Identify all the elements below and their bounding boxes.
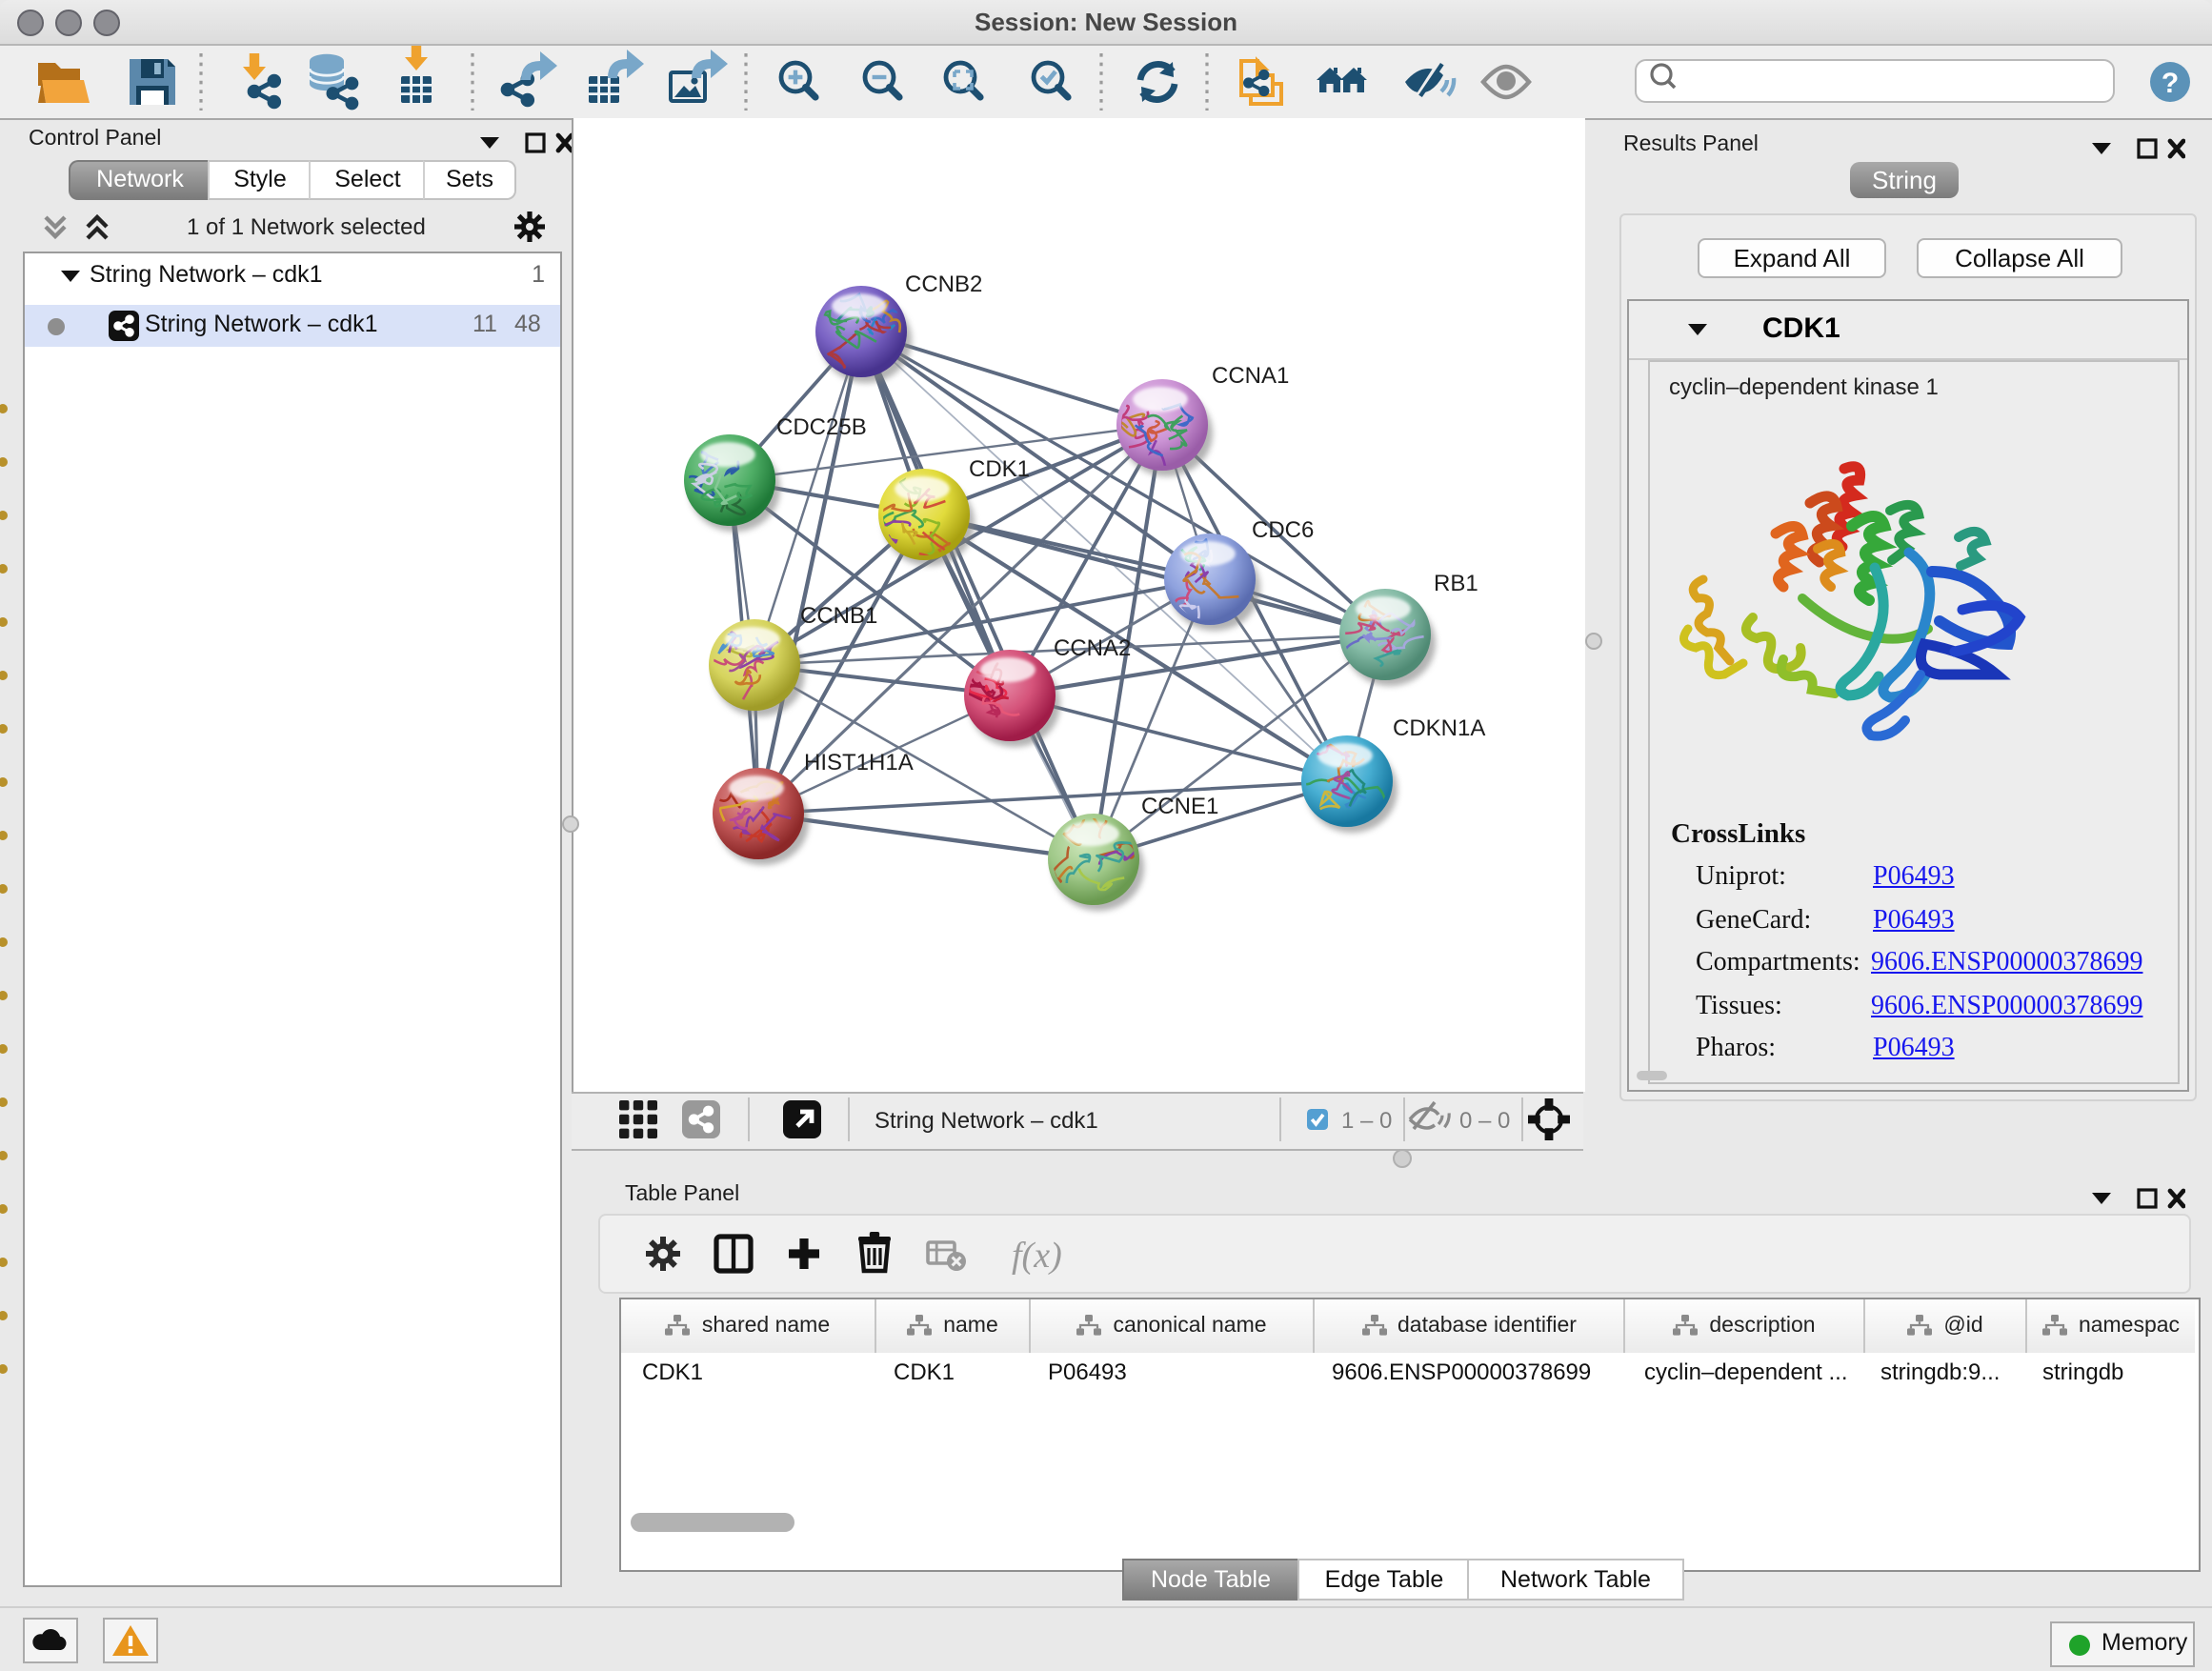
svg-text:?: ? — [2162, 68, 2179, 99]
svg-text:CCNB2: CCNB2 — [905, 272, 982, 297]
svg-text:CDC25B: CDC25B — [776, 414, 867, 440]
svg-text:1 – 0: 1 – 0 — [1341, 1108, 1392, 1134]
svg-text:CCNA2: CCNA2 — [1054, 635, 1131, 661]
svg-text:CCNE1: CCNE1 — [1141, 794, 1218, 819]
svg-text:RB1: RB1 — [1434, 571, 1478, 596]
svg-text:f(x): f(x) — [1012, 1236, 1062, 1276]
svg-text:0 – 0: 0 – 0 — [1459, 1108, 1510, 1134]
svg-text:CDK1: CDK1 — [969, 456, 1030, 482]
svg-text:CCNA1: CCNA1 — [1212, 363, 1289, 389]
svg-text:CDC6: CDC6 — [1252, 517, 1314, 543]
svg-text:HIST1H1A: HIST1H1A — [804, 750, 914, 775]
svg-text:CDKN1A: CDKN1A — [1393, 715, 1485, 741]
svg-text:CCNB1: CCNB1 — [800, 603, 877, 629]
